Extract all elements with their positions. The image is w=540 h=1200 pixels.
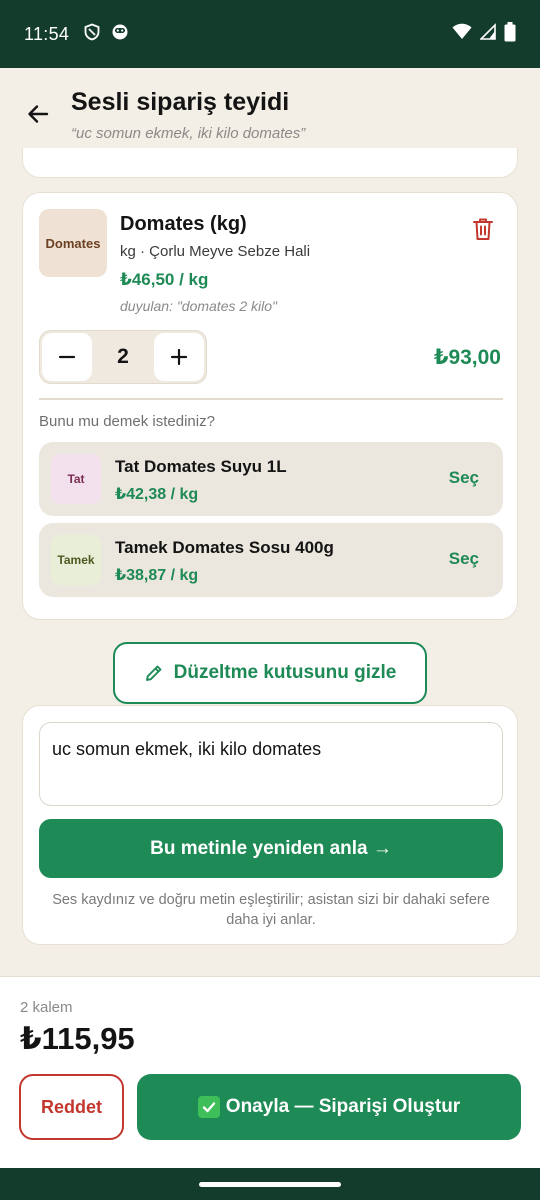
suggestion-thumbnail: Tat	[51, 454, 101, 504]
suggestion-thumbnail: Tamek	[51, 535, 101, 585]
suggestion-price: ₺42,38 / kg	[115, 486, 199, 503]
back-arrow-icon	[28, 105, 49, 123]
grand-total: ₺115,95	[20, 1021, 135, 1056]
confirm-order-button[interactable]: Onayla — Siparişi Oluştur	[137, 1074, 521, 1140]
divider	[39, 398, 503, 400]
order-summary-panel: 2 kalem ₺115,95 Reddet Onayla — Siparişi…	[0, 976, 540, 1168]
signal-icon	[479, 22, 496, 46]
order-item-card: Domates Domates (kg) kg · Çorlu Meyve Se…	[22, 192, 518, 620]
suggestion-price: ₺38,87 / kg	[115, 567, 199, 584]
correction-hint: Ses kaydınız ve doğru metin eşleştirilir…	[52, 892, 490, 928]
page-title: Sesli sipariş teyidi	[71, 88, 290, 116]
app-header: Sesli sipariş teyidi “uc somun ekmek, ik…	[0, 68, 540, 154]
suggestion-name: Tamek Domates Sosu 400g	[115, 538, 334, 557]
quantity-value: 2	[117, 345, 129, 368]
shield-icon	[83, 23, 101, 46]
delete-item-button[interactable]	[469, 215, 497, 243]
trash-icon	[473, 218, 493, 240]
plus-icon	[170, 348, 188, 366]
reparse-button[interactable]: Bu metinle yeniden anla →	[39, 819, 503, 878]
page-subtitle: “uc somun ekmek, iki kilo domates”	[71, 125, 306, 142]
suggestion-item: Tat Tat Domates Suyu 1L ₺42,38 / kg Seç	[39, 442, 503, 516]
select-suggestion-button[interactable]: Seç	[449, 549, 479, 569]
toggle-correction-button[interactable]: Düzeltme kutusunu gizle	[113, 642, 427, 704]
product-unit-price: ₺46,50 / kg	[120, 270, 209, 289]
correction-card: uc somun ekmek, iki kilo domates Bu meti…	[22, 705, 518, 945]
status-time: 11:54	[24, 23, 70, 44]
previous-item-card	[22, 148, 518, 178]
product-meta: kg · Çorlu Meyve Sebze Hali	[120, 243, 311, 260]
suggestions-label: Bunu mu demek istediniz?	[39, 413, 215, 430]
back-button[interactable]	[20, 96, 56, 132]
minus-icon	[58, 355, 76, 359]
product-name: Domates (kg)	[120, 213, 247, 235]
face-icon	[111, 23, 129, 46]
home-indicator[interactable]	[199, 1182, 341, 1187]
reject-button[interactable]: Reddet	[19, 1074, 124, 1140]
pencil-icon	[145, 665, 162, 681]
product-thumbnail: Domates	[39, 209, 107, 277]
select-suggestion-button[interactable]: Seç	[449, 468, 479, 488]
suggestion-name: Tat Domates Suyu 1L	[115, 457, 287, 476]
line-total: ₺93,00	[433, 346, 501, 369]
system-nav-bar	[0, 1168, 540, 1200]
wifi-icon	[452, 23, 472, 46]
suggestion-item: Tamek Tamek Domates Sosu 400g ₺38,87 / k…	[39, 523, 503, 597]
toggle-correction-label: Düzeltme kutusunu gizle	[173, 662, 397, 683]
item-count: 2 kalem	[20, 999, 73, 1016]
check-emoji-icon	[197, 1096, 220, 1118]
heard-text: duyulan: "domates 2 kilo"	[120, 298, 278, 314]
correction-textarea[interactable]: uc somun ekmek, iki kilo domates	[39, 722, 503, 806]
increase-quantity-button[interactable]	[154, 333, 204, 381]
confirm-order-label: Onayla — Siparişi Oluştur	[225, 1096, 461, 1117]
status-bar: 11:54	[0, 0, 540, 68]
quantity-stepper: 2	[39, 330, 207, 384]
decrease-quantity-button[interactable]	[42, 333, 92, 381]
battery-icon	[504, 21, 516, 47]
